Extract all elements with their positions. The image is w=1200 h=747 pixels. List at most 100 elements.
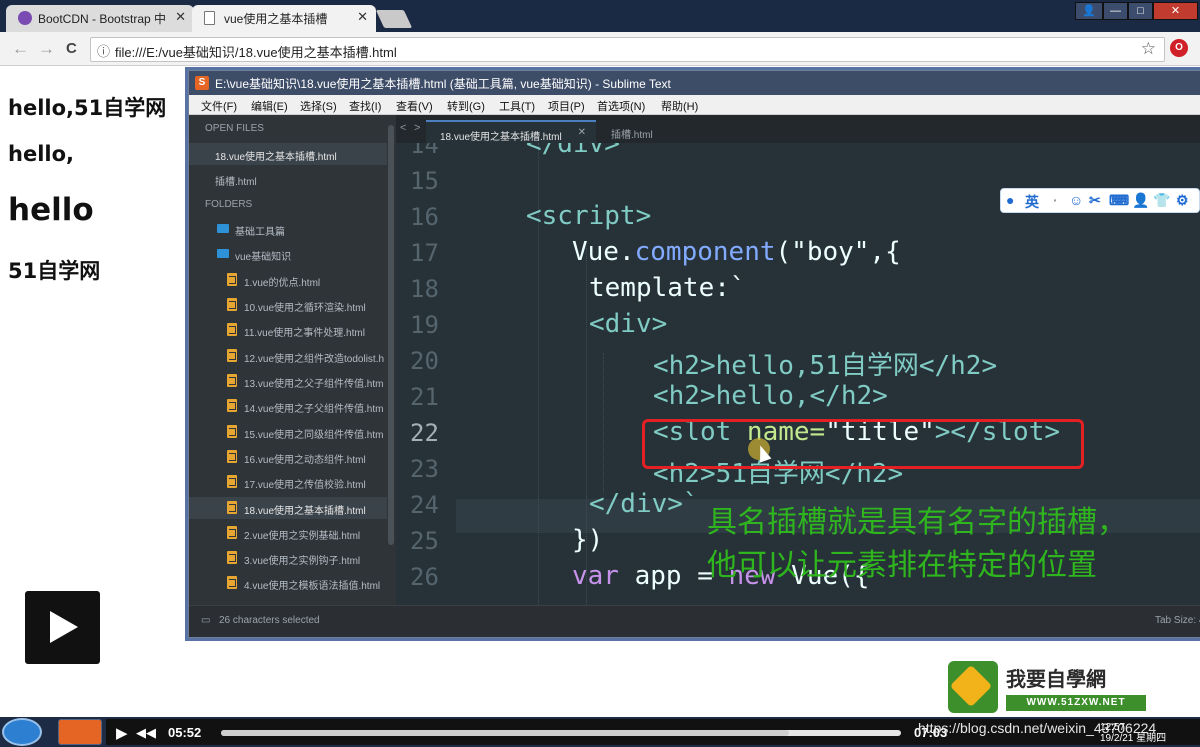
sidebar-file[interactable]: 11.vue使用之事件处理.html bbox=[189, 319, 387, 341]
browser-tab-strip: BootCDN - Bootstrap 中 ✕ vue使用之基本插槽 ✕ 👤 —… bbox=[0, 0, 1200, 32]
logo-name: 我要自學網 bbox=[1006, 667, 1106, 691]
sidebar-folder[interactable]: vue基础知识 bbox=[189, 243, 387, 265]
address-bar[interactable]: ⓘ file:///E:/vue基础知识/18.vue使用之基本插槽.html … bbox=[90, 37, 1165, 62]
sidebar-file[interactable]: 16.vue使用之动态组件.html bbox=[189, 446, 387, 468]
shirt-icon[interactable]: 👕 bbox=[1153, 192, 1170, 209]
close-icon[interactable]: ✕ bbox=[175, 9, 186, 25]
close-window-button[interactable]: ✕ bbox=[1153, 2, 1198, 20]
line-number: 14 bbox=[410, 143, 439, 159]
info-icon[interactable]: ⓘ bbox=[97, 41, 110, 60]
url-text[interactable]: file:///E:/vue基础知识/18.vue使用之基本插槽.html bbox=[115, 42, 397, 61]
menu-goto[interactable]: 转到(G) bbox=[447, 98, 485, 114]
profile-button[interactable]: 👤 bbox=[1075, 2, 1103, 20]
bookmark-star-icon[interactable]: ☆ bbox=[1141, 39, 1156, 59]
line-number: 17 bbox=[410, 239, 439, 267]
tab-vue-slot[interactable]: vue使用之基本插槽 ✕ bbox=[192, 5, 376, 32]
menu-edit[interactable]: 编辑(E) bbox=[251, 98, 288, 114]
editor-tab[interactable]: 插槽.html bbox=[601, 120, 681, 143]
sublime-status-bar: ▭ 26 characters selected Tab Size: 4 bbox=[189, 605, 1200, 637]
menu-project[interactable]: 项目(P) bbox=[548, 98, 585, 114]
reload-button[interactable]: C bbox=[66, 40, 77, 57]
line-number: 23 bbox=[410, 455, 439, 483]
smile-icon[interactable]: ☺ bbox=[1069, 192, 1083, 208]
sidebar-file[interactable]: 12.vue使用之组件改造todolist.h bbox=[189, 345, 387, 367]
close-icon[interactable]: ✕ bbox=[578, 127, 586, 138]
folder-open-icon bbox=[217, 249, 229, 258]
sidebar-file[interactable]: 4.vue使用之模板语法插值.html bbox=[189, 572, 387, 594]
sublime-title-bar: S E:\vue基础知识\18.vue使用之基本插槽.html (基础工具篇, … bbox=[189, 71, 1200, 95]
logo-url: WWW.51ZXW.NET bbox=[1006, 695, 1146, 711]
sidebar: OPEN FILES 18.vue使用之基本插槽.html 插槽.html FO… bbox=[189, 115, 387, 605]
line-number: 24 bbox=[410, 491, 439, 519]
status-selection: 26 characters selected bbox=[219, 615, 320, 626]
status-tab-size[interactable]: Tab Size: 4 bbox=[1155, 615, 1200, 626]
tab-title: BootCDN - Bootstrap 中 bbox=[38, 12, 167, 26]
line-number: 16 bbox=[410, 203, 439, 231]
start-button[interactable] bbox=[2, 718, 42, 746]
new-tab-button[interactable] bbox=[375, 10, 413, 28]
annotation-line-2: 他可以让元素排在特定的位置 bbox=[707, 548, 1097, 583]
line-number: 25 bbox=[410, 527, 439, 555]
forward-button[interactable]: → bbox=[38, 39, 55, 59]
sidebar-file[interactable]: 10.vue使用之循环渲染.html bbox=[189, 294, 387, 316]
menu-file[interactable]: 文件(F) bbox=[201, 98, 237, 114]
html-file-icon bbox=[227, 399, 237, 412]
sidebar-open-file[interactable]: 18.vue使用之基本插槽.html bbox=[189, 143, 387, 165]
play-overlay-button[interactable] bbox=[25, 591, 100, 664]
html-file-icon bbox=[227, 576, 237, 589]
user-icon[interactable]: 👤 bbox=[1132, 192, 1149, 209]
sidebar-file[interactable]: 14.vue使用之子父组件传值.htm bbox=[189, 395, 387, 417]
sidebar-open-file[interactable]: 插槽.html bbox=[189, 168, 387, 190]
maximize-button[interactable]: □ bbox=[1128, 2, 1153, 20]
sidebar-file[interactable]: 18.vue使用之基本插槽.html bbox=[189, 497, 387, 519]
sublime-title: E:\vue基础知识\18.vue使用之基本插槽.html (基础工具篇, vu… bbox=[215, 77, 671, 91]
open-files-label: OPEN FILES bbox=[205, 123, 264, 134]
scissors-icon[interactable]: ✂ bbox=[1089, 192, 1101, 209]
browser-toolbar: ← → C ⓘ file:///E:/vue基础知识/18.vue使用之基本插槽… bbox=[0, 32, 1200, 66]
tab-title: vue使用之基本插槽 bbox=[224, 12, 328, 26]
taskbar-clock: 12:57 19/2/21 星期四 bbox=[1100, 722, 1166, 744]
ime-logo-icon[interactable]: ● bbox=[1006, 192, 1014, 208]
sidebar-scrollbar[interactable] bbox=[387, 115, 396, 605]
menu-find[interactable]: 查找(I) bbox=[349, 98, 381, 114]
scrollbar-thumb[interactable] bbox=[388, 125, 394, 545]
sidebar-file[interactable]: 3.vue使用之实例钩子.html bbox=[189, 547, 387, 569]
sublime-taskbar-icon[interactable] bbox=[58, 719, 102, 745]
line-number: 21 bbox=[410, 383, 439, 411]
sidebar-file[interactable]: 17.vue使用之传值校验.html bbox=[189, 471, 387, 493]
menu-help[interactable]: 帮助(H) bbox=[661, 98, 698, 114]
menu-view[interactable]: 查看(V) bbox=[396, 98, 433, 114]
progress-track[interactable] bbox=[221, 730, 901, 736]
play-icon bbox=[50, 611, 78, 643]
menu-select[interactable]: 选择(S) bbox=[300, 98, 337, 114]
sidebar-file[interactable]: 13.vue使用之父子组件传值.htm bbox=[189, 370, 387, 392]
close-icon[interactable]: ✕ bbox=[357, 9, 368, 25]
editor-tab-active[interactable]: 18.vue使用之基本插槽.html ✕ bbox=[426, 120, 596, 143]
html-file-icon bbox=[227, 349, 237, 362]
extension-icon[interactable]: O bbox=[1170, 39, 1188, 57]
line-number: 15 bbox=[410, 167, 439, 195]
play-icon[interactable]: ▶ bbox=[116, 724, 128, 742]
tab-prev-icon[interactable]: < bbox=[400, 122, 406, 134]
tab-bootcdn[interactable]: BootCDN - Bootstrap 中 ✕ bbox=[6, 5, 194, 32]
tab-next-icon[interactable]: > bbox=[414, 122, 420, 134]
ime-lang[interactable]: 英 bbox=[1025, 192, 1039, 212]
back-button[interactable]: ← bbox=[12, 39, 29, 59]
line-number-gutter: 14 15 16 17 18 19 20 21 22 23 24 25 26 bbox=[396, 143, 456, 605]
sidebar-file[interactable]: 15.vue使用之同级组件传值.htm bbox=[189, 421, 387, 443]
code-line-19: <div> bbox=[589, 309, 668, 339]
minimize-button[interactable]: — bbox=[1103, 2, 1128, 20]
html-file-icon bbox=[227, 501, 237, 514]
sidebar-folder[interactable]: 基础工具篇 bbox=[189, 218, 387, 240]
sidebar-file[interactable]: 1.vue的优点.html bbox=[189, 269, 387, 291]
sidebar-file[interactable]: 2.vue使用之实例基础.html bbox=[189, 522, 387, 544]
menu-tools[interactable]: 工具(T) bbox=[499, 98, 535, 114]
menu-preferences[interactable]: 首选项(N) bbox=[597, 98, 645, 114]
gear-icon[interactable]: ⚙ bbox=[1176, 192, 1189, 209]
sublime-logo-icon: S bbox=[195, 76, 209, 90]
html-file-icon bbox=[227, 551, 237, 564]
ime-toolbar: ● 英 · ☺ ✂ ⌨ 👤 👕 ⚙ bbox=[1000, 188, 1200, 213]
rewind-icon[interactable]: ◀◀ bbox=[136, 725, 156, 741]
html-file-icon bbox=[227, 475, 237, 488]
keyboard-icon[interactable]: ⌨ bbox=[1109, 192, 1129, 209]
